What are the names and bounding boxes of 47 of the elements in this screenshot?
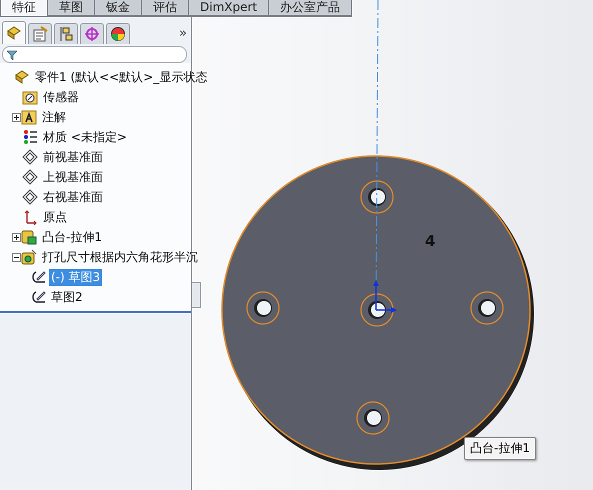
panel-tab[interactable]	[2, 21, 26, 44]
plane-icon	[22, 189, 38, 205]
property-sheet-icon	[32, 26, 48, 42]
tree-item[interactable]: 零件1 (默认<<默认>_显示状态	[33, 68, 210, 86]
command-tab[interactable]: DimXpert	[189, 0, 268, 15]
tree-item[interactable]: 凸台-拉伸1	[40, 228, 104, 246]
command-tab[interactable]: 特征	[1, 0, 47, 16]
more-button[interactable]: »	[179, 26, 187, 40]
part-icon	[6, 25, 22, 41]
extrude-icon	[21, 229, 37, 245]
collapse-toggle[interactable]	[12, 252, 21, 262]
tree-item[interactable]: 草图2	[49, 288, 85, 306]
filter-icon	[7, 50, 17, 60]
configuration-icon	[58, 26, 74, 42]
command-tab[interactable]: 办公室产品	[269, 0, 352, 15]
filter-field[interactable]	[2, 46, 187, 63]
panel-collapse-handle[interactable]	[192, 282, 201, 308]
tree-item[interactable]: 注解	[40, 108, 68, 126]
tree-item[interactable]: 上视基准面	[41, 168, 105, 186]
note-text: 4	[425, 232, 436, 250]
tree-item[interactable]: 前视基准面	[41, 148, 105, 166]
crosshair-icon	[84, 26, 100, 42]
tree-item[interactable]: 打孔尺寸根据内六角花形半沉	[40, 248, 200, 266]
tooltip: 凸台-拉伸1	[464, 437, 536, 460]
tree-item[interactable]: 原点	[41, 208, 69, 226]
panel-tab[interactable]	[54, 23, 78, 44]
sketch-icon	[30, 269, 46, 285]
hole-feature-icon	[21, 249, 37, 265]
tree-item[interactable]: 材质 <未指定>	[41, 128, 129, 146]
folder-gauge-icon	[22, 89, 38, 105]
tree-item[interactable]: 传感器	[41, 88, 81, 106]
command-tab[interactable]: 钣金	[95, 0, 141, 15]
command-tab[interactable]: 评估	[142, 0, 188, 15]
sketch-icon	[30, 289, 46, 305]
plane-icon	[22, 149, 38, 165]
expand-toggle[interactable]	[12, 112, 21, 122]
panel-tab[interactable]	[106, 23, 130, 44]
color-ball-icon	[110, 26, 126, 42]
material-icon	[22, 129, 38, 145]
plane-icon	[22, 169, 38, 185]
origin-icon	[22, 209, 38, 225]
tree-item[interactable]: 右视基准面	[41, 188, 105, 206]
panel-tab[interactable]	[28, 23, 52, 44]
command-tab[interactable]: 草图	[48, 0, 94, 15]
part-icon	[14, 69, 30, 85]
folder-letter-icon	[21, 109, 37, 125]
expand-toggle[interactable]	[12, 232, 21, 242]
